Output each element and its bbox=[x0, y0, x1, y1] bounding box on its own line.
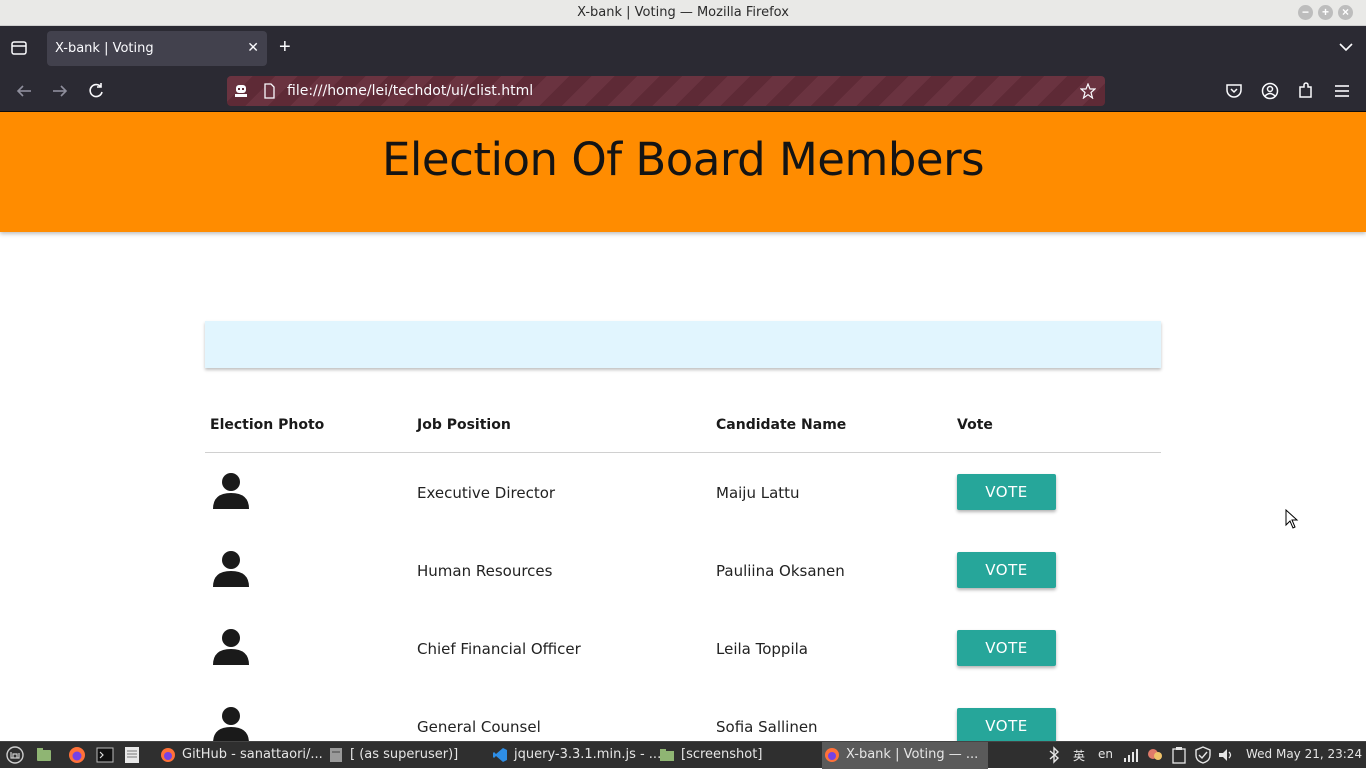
tab-title: X-bank | Voting bbox=[55, 41, 154, 56]
mouse-pointer-icon bbox=[1285, 509, 1299, 529]
header-candidate-name: Candidate Name bbox=[716, 417, 847, 433]
person-avatar-icon bbox=[213, 473, 249, 509]
window-title: X-bank | Voting — Mozilla Firefox bbox=[577, 5, 789, 20]
vote-button[interactable]: VOTE bbox=[957, 708, 1056, 741]
firefox-view-icon[interactable] bbox=[10, 39, 28, 57]
candidate-name: Sofia Sallinen bbox=[716, 718, 818, 736]
person-avatar-icon bbox=[213, 707, 249, 741]
vote-button[interactable]: VOTE bbox=[957, 474, 1056, 510]
taskbar-window-screenshot[interactable]: [screenshot] bbox=[657, 742, 817, 769]
new-tab-button[interactable]: + bbox=[279, 36, 291, 58]
tab-close-icon[interactable]: ✕ bbox=[247, 39, 259, 56]
firefox-icon bbox=[161, 748, 175, 762]
pocket-icon[interactable] bbox=[1224, 81, 1244, 101]
vote-button[interactable]: VOTE bbox=[957, 630, 1056, 666]
input-method-indicator[interactable]: 英 bbox=[1073, 747, 1085, 764]
notification-icon[interactable] bbox=[1146, 746, 1164, 764]
info-panel bbox=[205, 321, 1161, 368]
navigation-toolbar: file:///home/lei/techdot/ui/clist.html bbox=[0, 71, 1366, 112]
folder-icon bbox=[660, 749, 674, 761]
firefox-icon bbox=[825, 748, 839, 762]
clock[interactable]: Wed May 21, 23:24 bbox=[1246, 747, 1362, 761]
forward-icon[interactable] bbox=[50, 81, 70, 101]
terminal-icon[interactable] bbox=[96, 746, 114, 764]
table-header: Election Photo Job Position Candidate Na… bbox=[205, 402, 1161, 453]
firefox-launcher-icon[interactable] bbox=[68, 746, 86, 764]
account-icon[interactable] bbox=[1260, 81, 1280, 101]
close-window-button[interactable]: × bbox=[1338, 5, 1353, 20]
network-signal-icon[interactable] bbox=[1122, 746, 1140, 764]
page-title: Election Of Board Members bbox=[381, 133, 985, 186]
hamburger-menu-icon[interactable] bbox=[1332, 81, 1352, 101]
job-position: Executive Director bbox=[417, 484, 556, 502]
url-bar[interactable]: file:///home/lei/techdot/ui/clist.html bbox=[227, 76, 1105, 106]
person-avatar-icon bbox=[213, 551, 249, 587]
candidate-table: Election Photo Job Position Candidate Na… bbox=[205, 402, 1161, 741]
bluetooth-icon[interactable] bbox=[1045, 746, 1063, 764]
vscode-icon bbox=[493, 748, 507, 762]
job-position: Human Resources bbox=[417, 562, 553, 580]
taskbar-label: X-bank | Voting — ... bbox=[846, 747, 979, 762]
taskbar-window-github[interactable]: GitHub - sanattaori/... bbox=[158, 742, 324, 769]
table-row: General Counsel Sofia Sallinen VOTE bbox=[205, 687, 1161, 741]
taskbar-label: [screenshot] bbox=[681, 747, 763, 762]
tab-active[interactable]: X-bank | Voting ✕ bbox=[47, 31, 267, 66]
back-icon[interactable] bbox=[14, 81, 34, 101]
taskbar: GitHub - sanattaori/... [ (as superuser)… bbox=[0, 741, 1366, 769]
page-header: Election Of Board Members bbox=[0, 112, 1366, 232]
bookmark-star-icon[interactable] bbox=[1080, 83, 1096, 99]
volume-icon[interactable] bbox=[1217, 746, 1235, 764]
taskbar-label: jquery-3.3.1.min.js - ... bbox=[514, 747, 662, 762]
taskbar-window-superuser[interactable]: [ (as superuser)] bbox=[326, 742, 476, 769]
table-row: Chief Financial Officer Leila Toppila VO… bbox=[205, 609, 1161, 687]
candidate-name: Maiju Lattu bbox=[716, 484, 800, 502]
header-vote: Vote bbox=[957, 417, 993, 433]
minimize-button[interactable]: − bbox=[1298, 5, 1313, 20]
remote-control-icon bbox=[235, 85, 247, 97]
page-info-icon[interactable] bbox=[261, 83, 277, 99]
window-titlebar: X-bank | Voting — Mozilla Firefox − + × bbox=[0, 0, 1366, 26]
text-editor-icon[interactable] bbox=[123, 746, 141, 764]
list-all-tabs-icon[interactable] bbox=[1337, 38, 1355, 56]
vote-button[interactable]: VOTE bbox=[957, 552, 1056, 588]
candidate-name: Pauliina Oksanen bbox=[716, 562, 845, 580]
job-position: Chief Financial Officer bbox=[417, 640, 581, 658]
table-row: Executive Director Maiju Lattu VOTE bbox=[205, 453, 1161, 531]
files-icon[interactable] bbox=[35, 746, 53, 764]
maximize-button[interactable]: + bbox=[1318, 5, 1333, 20]
taskbar-window-xbank-voting[interactable]: X-bank | Voting — ... bbox=[822, 742, 988, 769]
clipboard-icon[interactable] bbox=[1170, 746, 1188, 764]
table-row: Human Resources Pauliina Oksanen VOTE bbox=[205, 531, 1161, 609]
reload-icon[interactable] bbox=[86, 81, 106, 101]
header-election-photo: Election Photo bbox=[210, 417, 325, 433]
extensions-icon[interactable] bbox=[1296, 81, 1316, 101]
page-content: Election Of Board Members Election Photo… bbox=[0, 112, 1366, 741]
taskbar-window-vscode[interactable]: jquery-3.3.1.min.js - ... bbox=[490, 742, 661, 769]
editor-icon bbox=[330, 748, 342, 762]
taskbar-label: [ (as superuser)] bbox=[350, 747, 459, 762]
header-job-position: Job Position bbox=[417, 417, 511, 433]
job-position: General Counsel bbox=[417, 718, 541, 736]
url-text: file:///home/lei/techdot/ui/clist.html bbox=[287, 83, 534, 99]
tab-strip: X-bank | Voting ✕ + bbox=[0, 26, 1366, 71]
taskbar-label: GitHub - sanattaori/... bbox=[182, 747, 323, 762]
person-avatar-icon bbox=[213, 629, 249, 665]
keyboard-layout-indicator[interactable]: en bbox=[1098, 747, 1113, 761]
candidate-name: Leila Toppila bbox=[716, 640, 808, 658]
shield-icon[interactable] bbox=[1194, 746, 1212, 764]
mint-menu-icon[interactable] bbox=[6, 746, 24, 764]
